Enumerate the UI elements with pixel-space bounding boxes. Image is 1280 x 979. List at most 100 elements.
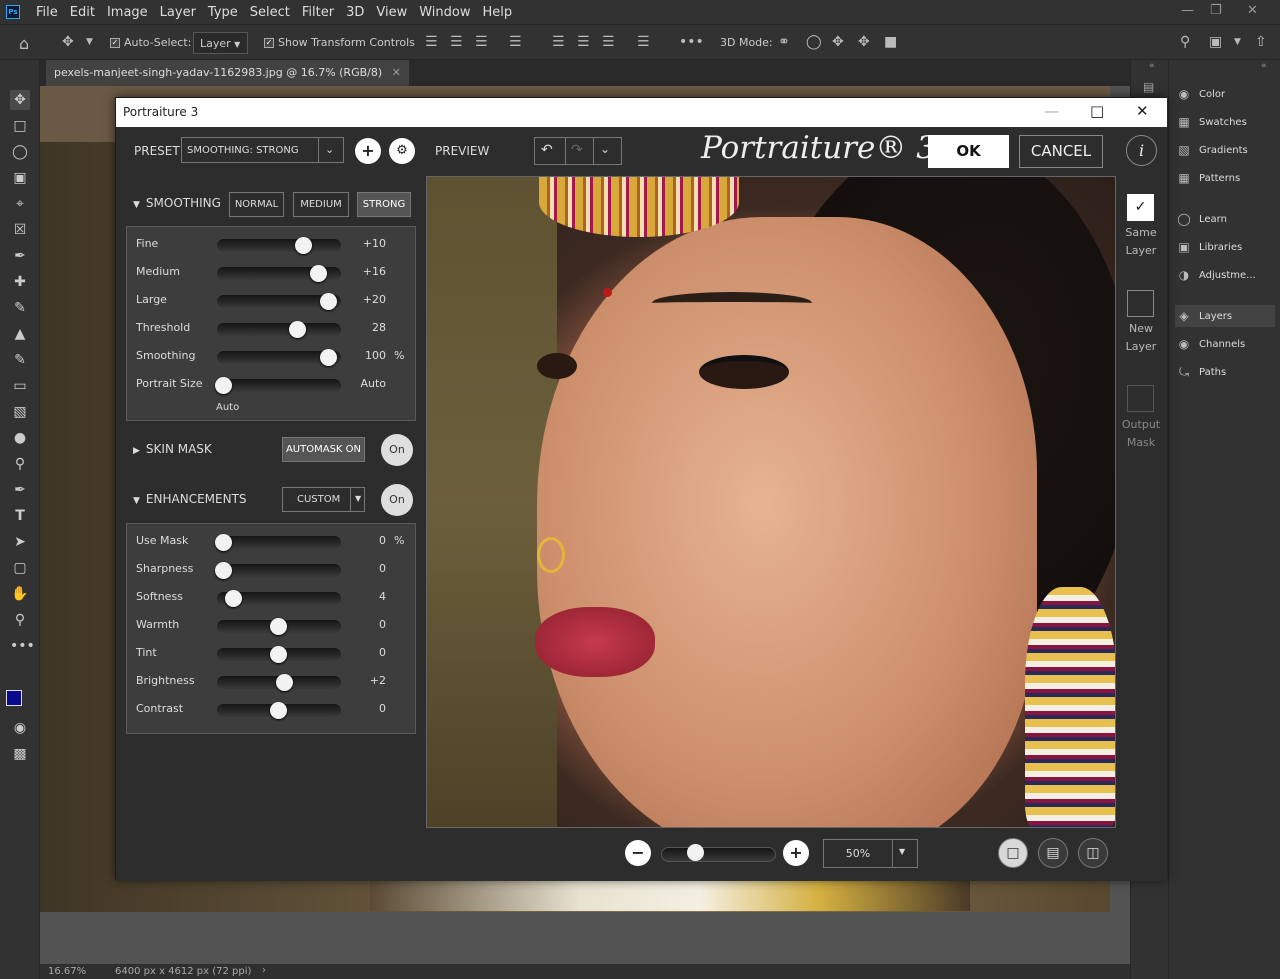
slider-knob[interactable]	[270, 618, 287, 635]
zoom-dropdown[interactable]: 50% ▼	[823, 839, 918, 868]
panel-layers[interactable]: ◈ Layers	[1175, 305, 1275, 327]
menu-layer[interactable]: Layer	[154, 5, 202, 20]
slider-track[interactable]	[217, 536, 341, 549]
quick-mask-icon[interactable]: ◉	[10, 718, 30, 738]
enhancements-header[interactable]: ▼ ENHANCEMENTS	[133, 492, 247, 506]
new-layer-checkbox[interactable]	[1127, 290, 1154, 317]
info-button[interactable]: i	[1126, 135, 1157, 166]
3d-slide-icon[interactable]: ✥	[858, 34, 870, 50]
history-brush-icon[interactable]: ✎	[10, 350, 30, 370]
panel-paths[interactable]: ⤿ Paths	[1175, 361, 1275, 383]
panel-adjustments[interactable]: ◑ Adjustme...	[1175, 264, 1275, 286]
dialog-maximize-icon[interactable]: □	[1090, 102, 1104, 120]
foreground-color-swatch[interactable]	[6, 690, 22, 706]
panel-learn[interactable]: ◯ Learn	[1175, 208, 1275, 230]
align-middle-icon[interactable]: ☰	[577, 34, 590, 50]
automask-button[interactable]: AUTOMASK ON	[282, 437, 365, 462]
3d-roll-icon[interactable]: ◯	[806, 34, 822, 50]
zoom-slider[interactable]	[661, 847, 776, 862]
align-center-icon[interactable]: ☰	[450, 34, 463, 50]
slider-track[interactable]	[217, 379, 341, 392]
move-tool-icon[interactable]: ✥	[62, 34, 74, 50]
frame-tool-icon[interactable]: ☒	[10, 220, 30, 240]
panel-swatches[interactable]: ▦ Swatches	[1175, 111, 1275, 133]
menu-filter[interactable]: Filter	[296, 5, 340, 20]
brush-tool-icon[interactable]: ✎	[10, 298, 30, 318]
chevron-down-icon[interactable]: ▼	[86, 37, 93, 47]
slider-knob[interactable]	[319, 349, 337, 366]
menu-view[interactable]: View	[370, 5, 413, 20]
3d-pan-icon[interactable]: ✥	[832, 34, 844, 50]
healing-brush-icon[interactable]: ✚	[10, 272, 30, 292]
preset-dropdown[interactable]: SMOOTHING: STRONG ⌄	[181, 137, 344, 163]
share-icon[interactable]: ⇧	[1255, 34, 1267, 50]
slider-knob[interactable]	[275, 674, 293, 691]
auto-select-dropdown[interactable]: Layer ▼	[193, 32, 248, 54]
enhancements-toggle[interactable]: On	[381, 484, 413, 516]
slider-knob[interactable]	[288, 321, 306, 338]
status-chevron-icon[interactable]: ›	[262, 965, 266, 976]
panel-libraries[interactable]: ▣ Libraries	[1175, 236, 1275, 258]
workspace-chevron-icon[interactable]: ▼	[1234, 37, 1241, 47]
expand-icon[interactable]: «	[1261, 61, 1267, 71]
transform-checkbox[interactable]: ✓ Show Transform Controls	[264, 36, 415, 49]
search-icon[interactable]: ⚲	[1180, 34, 1190, 50]
menu-window[interactable]: Window	[413, 5, 476, 20]
zoom-tool-icon[interactable]: ⚲	[10, 610, 30, 630]
screen-mode-icon[interactable]: ▩	[10, 744, 30, 764]
cancel-button[interactable]: CANCEL	[1019, 135, 1103, 168]
slider-knob[interactable]	[215, 562, 232, 579]
slider-track[interactable]	[217, 564, 341, 577]
panel-patterns[interactable]: ▦ Patterns	[1175, 167, 1275, 189]
dialog-close-icon[interactable]: ✕	[1136, 102, 1149, 120]
move-tool-icon[interactable]: ✥	[10, 90, 30, 110]
more-icon[interactable]: •••	[679, 34, 704, 50]
type-tool-icon[interactable]: T	[10, 506, 30, 526]
home-icon[interactable]: ⌂	[19, 34, 29, 53]
single-view-icon[interactable]: □	[998, 838, 1028, 868]
slider-knob[interactable]	[270, 646, 287, 663]
gradient-tool-icon[interactable]: ▧	[10, 402, 30, 422]
enhancements-custom-dropdown[interactable]: CUSTOM ▼	[282, 487, 365, 512]
menu-help[interactable]: Help	[477, 5, 519, 20]
crop-tool-icon[interactable]: ⌖	[10, 194, 30, 214]
slider-knob[interactable]	[319, 293, 337, 310]
undo-icon[interactable]: ↶	[541, 142, 553, 158]
eyedropper-icon[interactable]: ✒	[10, 246, 30, 266]
preview-image[interactable]	[426, 176, 1116, 828]
add-preset-button[interactable]: +	[355, 138, 381, 164]
marquee-tool-icon[interactable]: □	[10, 116, 30, 136]
split-vertical-icon[interactable]: ◫	[1078, 838, 1108, 868]
history-icon[interactable]: ▤	[1143, 80, 1154, 94]
smoothing-medium-button[interactable]: MEDIUM	[293, 192, 349, 217]
slider-knob[interactable]	[270, 702, 287, 719]
smoothing-normal-button[interactable]: NORMAL	[229, 192, 284, 217]
align-right-icon[interactable]: ☰	[475, 34, 488, 50]
menu-type[interactable]: Type	[202, 5, 244, 20]
stamp-tool-icon[interactable]: ▲	[10, 324, 30, 344]
rectangle-tool-icon[interactable]: ▢	[10, 558, 30, 578]
ok-button[interactable]: OK	[928, 135, 1009, 168]
dodge-tool-icon[interactable]: ⚲	[10, 454, 30, 474]
menu-select[interactable]: Select	[244, 5, 296, 20]
menu-image[interactable]: Image	[101, 5, 154, 20]
3d-camera-icon[interactable]: ■	[884, 34, 897, 50]
skin-mask-toggle[interactable]: On	[381, 434, 413, 466]
document-tab[interactable]: pexels-manjeet-singh-yadav-1162983.jpg @…	[46, 60, 409, 86]
close-tab-icon[interactable]: ✕	[392, 66, 401, 79]
preset-settings-button[interactable]: ⚙	[389, 138, 415, 164]
restore-icon[interactable]: ❐	[1210, 3, 1222, 18]
collapse-icon[interactable]: «	[1149, 61, 1155, 71]
zoom-out-button[interactable]: −	[625, 840, 651, 866]
menu-file[interactable]: File	[30, 5, 64, 20]
minimize-icon[interactable]: —	[1181, 3, 1194, 18]
same-layer-checkbox[interactable]: ✓	[1127, 194, 1154, 221]
align-left-icon[interactable]: ☰	[425, 34, 438, 50]
distribute-icon[interactable]: ☰	[509, 34, 522, 50]
skin-mask-header[interactable]: ▶ SKIN MASK	[133, 442, 212, 456]
menu-edit[interactable]: Edit	[64, 5, 101, 20]
blur-tool-icon[interactable]: ●	[10, 428, 30, 448]
slider-knob[interactable]	[224, 590, 242, 607]
pen-tool-icon[interactable]: ✒	[10, 480, 30, 500]
slider-knob[interactable]	[215, 534, 232, 551]
